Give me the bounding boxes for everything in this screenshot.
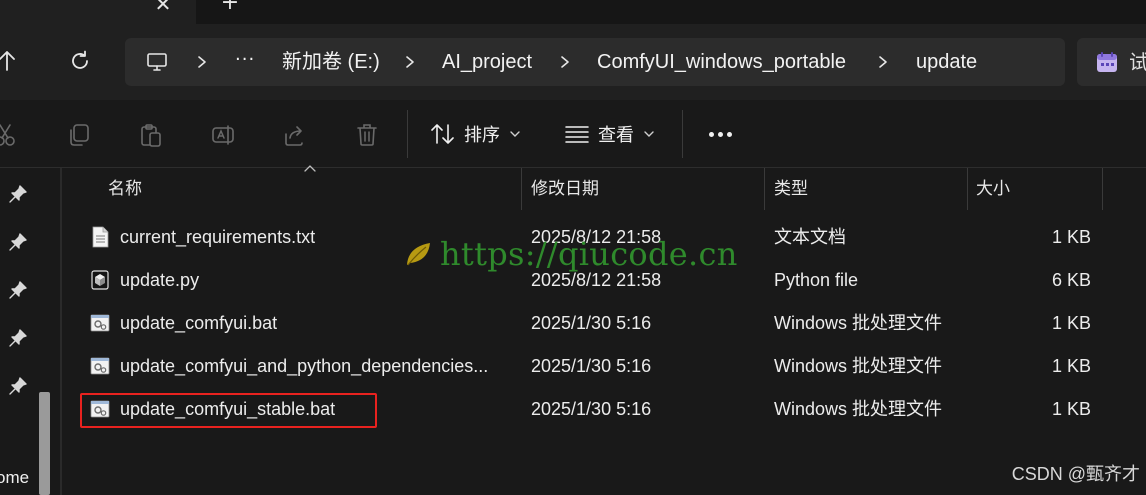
command-bar: 排序 查看 [0,100,1146,168]
file-row[interactable]: update_comfyui.bat 2025/1/30 5:16 Window… [62,302,1146,345]
copy-icon[interactable] [66,122,92,148]
sort-label: 排序 [464,125,500,146]
toolbar-divider [682,110,683,158]
delete-icon[interactable] [354,122,380,148]
file-type: 文本文档 [774,227,846,247]
breadcrumb-chevron-icon[interactable] [403,38,417,86]
breadcrumb-overflow-button[interactable]: ··· [235,38,255,86]
text-file-icon [92,226,109,248]
more-dot-icon [726,131,732,137]
calendar-icon [1097,52,1117,72]
this-pc-icon[interactable] [145,50,169,74]
breadcrumb-update[interactable]: update [916,38,977,86]
breadcrumb-drive[interactable]: 新加卷 (E:) [282,38,380,86]
search-box[interactable]: 试 [1077,38,1146,86]
view-button[interactable]: 查看 [564,114,654,154]
more-dot-icon [708,131,714,137]
file-type: Windows 批处理文件 [774,313,943,333]
column-header-name[interactable]: 名称 [108,168,142,210]
pin-icon[interactable] [8,376,28,396]
breadcrumb-ai-project[interactable]: AI_project [442,38,532,86]
file-type: Python file [774,270,859,290]
pin-icon[interactable] [8,280,28,300]
tab-strip-background: + [196,0,1146,24]
batch-file-icon [90,357,110,375]
file-size: 1 KB [1051,313,1091,333]
address-bar[interactable]: ··· 新加卷 (E:) AI_project ComfyUI_windows_… [125,38,1065,86]
column-divider[interactable] [764,168,765,210]
view-icon [565,126,589,143]
nav-item-label[interactable]: ome [0,468,29,488]
address-row: ··· 新加卷 (E:) AI_project ComfyUI_windows_… [0,24,1146,100]
leaf-icon [407,243,430,266]
more-dot-icon [717,131,723,137]
file-modified: 2025/1/30 5:16 [531,356,652,376]
chevron-down-icon [644,131,654,137]
file-size: 1 KB [1051,399,1091,419]
column-header-type[interactable]: 类型 [774,168,808,210]
more-options-button[interactable] [700,122,740,146]
file-name: update_comfyui_and_python_dependencies..… [120,356,489,376]
file-size: 1 KB [1051,356,1091,376]
view-label: 查看 [598,125,634,146]
refresh-icon[interactable] [68,49,92,73]
file-row[interactable]: update_comfyui_and_python_dependencies..… [62,345,1146,388]
pin-icon[interactable] [8,232,28,252]
url-watermark-text: https://qiucode.cn [440,235,738,273]
sort-ascending-icon [304,165,316,172]
column-header-row: 名称 修改日期 类型 大小 [62,165,1146,210]
csdn-watermark: CSDN @甄齐才 [1011,464,1140,484]
column-divider[interactable] [521,168,522,210]
file-size: 1 KB [1051,227,1091,247]
chevron-down-icon [510,131,520,137]
column-divider[interactable] [967,168,968,210]
file-size: 6 KB [1051,270,1091,290]
close-tab-icon[interactable]: ✕ [152,0,174,15]
breadcrumb-chevron-icon[interactable] [876,38,890,86]
sort-button[interactable]: 排序 [430,114,520,154]
breadcrumb-chevron-icon[interactable] [195,38,209,86]
file-modified: 2025/1/30 5:16 [531,313,652,333]
highlight-box [80,393,377,428]
batch-file-icon [90,314,110,332]
column-header-modified[interactable]: 修改日期 [531,168,599,210]
navigation-pane: ome [0,168,60,495]
share-icon[interactable] [282,122,308,148]
file-name: update_comfyui.bat [120,313,278,333]
up-arrow-icon[interactable] [0,48,20,74]
toolbar-divider [407,110,408,158]
sort-icon [431,124,454,144]
active-tab[interactable]: ✕ [0,0,196,24]
file-type: Windows 批处理文件 [774,399,943,419]
pin-icon[interactable] [8,328,28,348]
column-divider[interactable] [1102,168,1103,210]
paste-icon[interactable] [138,122,164,148]
search-text: 试 [1129,50,1146,74]
rename-icon[interactable] [210,122,236,148]
new-tab-icon[interactable]: + [218,0,242,15]
column-header-size[interactable]: 大小 [976,168,1010,210]
file-modified: 2025/1/30 5:16 [531,399,652,419]
file-type: Windows 批处理文件 [774,356,943,376]
pin-icon[interactable] [8,184,28,204]
navigation-scrollbar[interactable] [39,392,50,495]
breadcrumb-chevron-icon[interactable] [558,38,572,86]
breadcrumb-comfyui-portable[interactable]: ComfyUI_windows_portable [597,38,846,86]
tab-strip: ✕ + [0,0,1146,24]
url-watermark: https://qiucode.cn [404,232,738,276]
python-file-icon [91,270,109,290]
cut-icon[interactable] [0,122,18,148]
